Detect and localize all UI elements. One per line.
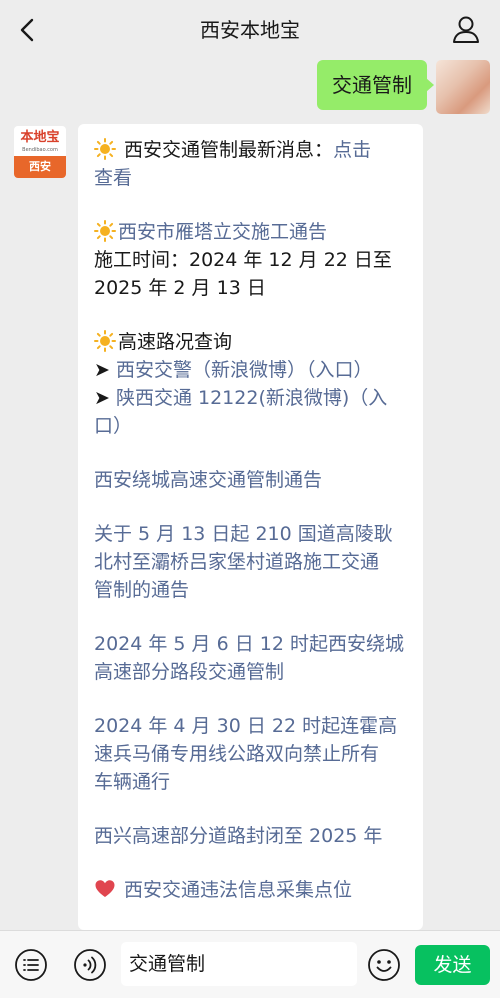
notice-link-yanta[interactable]: 西安市雁塔立交施工通告 [94, 218, 412, 246]
send-button[interactable]: 发送 [415, 945, 490, 985]
national-road-210-link[interactable]: 关于 5 月 13 日起 210 国道高陵耿 [94, 520, 412, 548]
national-road-210-link-cont[interactable]: 管制的通告 [94, 576, 412, 604]
bot-avatar[interactable]: 本地宝 Bendibao.com 西安 [14, 126, 66, 178]
entry-link[interactable]: （入口） [306, 359, 373, 381]
profile-button[interactable] [448, 12, 484, 48]
sun-icon [94, 220, 116, 242]
emoji-icon [368, 949, 400, 981]
lianhuo-closure-link[interactable]: 2024 年 4 月 30 日 22 时起连霍高 [94, 712, 412, 740]
xian-police-link[interactable]: 西安交警（新浪微博） [116, 359, 306, 381]
user-avatar[interactable] [436, 60, 490, 114]
lianhuo-closure-link-cont[interactable]: 速兵马俑专用线公路双向禁止所有 [94, 740, 412, 768]
bot-message-bubble: 西安交通管制最新消息：点击 查看 西安市雁塔立交施工通告 施工时间：2024 年… [78, 124, 423, 930]
ring-closure-link[interactable]: 2024 年 5 月 6 日 12 时起西安绕城 [94, 630, 412, 658]
xixing-closure-link[interactable]: 西兴高速部分道路封闭至 2025 年 [94, 822, 412, 850]
arrow-icon: ➤ [94, 387, 110, 409]
shaanxi-traffic-link-cont[interactable]: 口） [94, 412, 412, 440]
violation-points-text[interactable]: 西安交通违法信息采集点位 [124, 879, 352, 901]
heart-icon [95, 880, 115, 897]
notice-title: 西安市雁塔立交施工通告 [118, 221, 328, 243]
message-line: 西安交通管制最新消息：点击 [94, 136, 412, 164]
logo-url: Bendibao.com [22, 147, 58, 153]
view-link[interactable]: 查看 [94, 164, 412, 192]
click-link[interactable]: 点击 [333, 139, 371, 161]
back-button[interactable] [10, 12, 46, 48]
xian-police-entry[interactable]: ➤ 西安交警（新浪微博）（入口） [94, 356, 412, 384]
heading-text: 高速路况查询 [118, 331, 233, 353]
logo-city: 西安 [14, 156, 66, 178]
sun-icon [94, 138, 116, 160]
menu-button[interactable] [14, 948, 48, 982]
top-bar: 西安本地宝 [0, 0, 500, 60]
construction-time-end: 2025 年 2 月 13 日 [94, 277, 266, 299]
message-input[interactable]: 交通管制 [121, 942, 357, 986]
person-icon [453, 16, 479, 43]
emoji-button[interactable] [367, 948, 401, 982]
logo-text: 本地宝 [20, 130, 60, 145]
chevron-left-icon [20, 18, 34, 42]
message-text: 西安交通管制最新消息： [124, 139, 334, 161]
shaanxi-traffic-link[interactable]: 陕西交通 12122(新浪微博)（入 [116, 387, 387, 409]
page-title: 西安本地宝 [200, 18, 300, 42]
violation-points-link[interactable]: 西安交通违法信息采集点位 [94, 876, 412, 904]
construction-time: 施工时间：2024 年 12 月 22 日至 [94, 249, 392, 271]
ring-expressway-link[interactable]: 西安绕城高速交通管制通告 [94, 466, 412, 494]
voice-icon [74, 949, 106, 981]
shaanxi-traffic-entry[interactable]: ➤ 陕西交通 12122(新浪微博)（入 [94, 384, 412, 412]
input-bar: 交通管制 发送 [0, 930, 500, 998]
highway-status-heading: 高速路况查询 [94, 328, 412, 356]
lianhuo-closure-link-cont[interactable]: 车辆通行 [94, 768, 412, 796]
arrow-icon: ➤ [94, 359, 110, 381]
voice-button[interactable] [73, 948, 107, 982]
national-road-210-link-cont[interactable]: 北村至灞桥吕家堡村道路施工交通 [94, 548, 412, 576]
ring-closure-link-cont[interactable]: 高速部分路段交通管制 [94, 658, 412, 686]
user-message-bubble[interactable]: 交通管制 [317, 60, 434, 110]
sun-icon [94, 330, 116, 352]
list-menu-icon [15, 949, 47, 981]
